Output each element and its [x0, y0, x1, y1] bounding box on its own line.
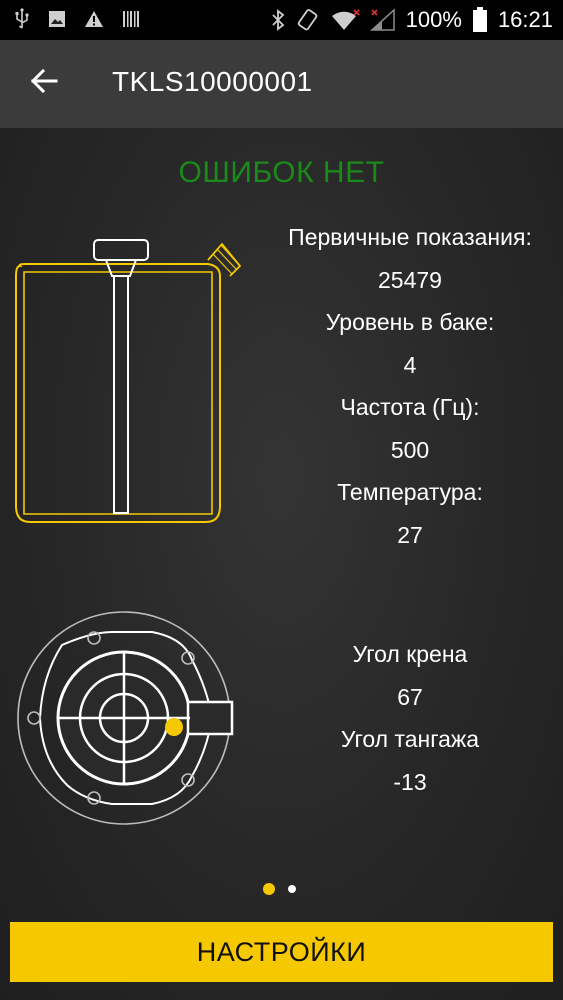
frequency-label: Частота (Гц): [340, 394, 480, 420]
tilt-readings: Угол крена 67 Угол тангажа -13 [255, 633, 563, 803]
roll-angle-value: 67 [397, 683, 423, 710]
tilt-sensor-icon [17, 611, 234, 825]
barcode-icon [123, 11, 139, 27]
page-title: TKLS10000001 [112, 66, 313, 97]
temperature-label: Температура: [337, 479, 483, 505]
page-dot-1-active[interactable] [263, 883, 275, 895]
signal-icon [369, 8, 395, 31]
tank-level-label: Уровень в баке: [325, 309, 495, 335]
warning-icon [85, 11, 103, 27]
temperature-value: 27 [397, 521, 423, 548]
error-status: ОШИБОК НЕТ [178, 156, 385, 189]
status-bar: 100% 16:21 [0, 0, 563, 40]
arrow-back-icon [30, 68, 58, 94]
page-indicator [263, 883, 296, 895]
fuel-tank-icon [15, 239, 242, 523]
battery-icon [472, 7, 487, 32]
pitch-angle-value: -13 [393, 768, 427, 795]
content-area: ОШИБОК НЕТ Первичные показания: 25479 Ур… [0, 128, 563, 1000]
pitch-angle-label: Угол тангажа [340, 726, 480, 752]
primary-readings-label: Первичные показания: [288, 224, 532, 250]
bluetooth-icon [272, 9, 285, 31]
tank-readings: Первичные показания: 25479 Уровень в бак… [255, 216, 563, 556]
primary-readings-value: 25479 [378, 266, 442, 293]
roll-angle-label: Угол крена [352, 641, 468, 667]
frequency-value: 500 [390, 436, 430, 463]
battery-percent: 100% [405, 7, 462, 32]
back-button[interactable] [26, 64, 66, 104]
image-icon [49, 11, 65, 27]
tank-level-value: 4 [403, 351, 417, 378]
wifi-icon [331, 9, 360, 30]
settings-button[interactable]: НАСТРОЙКИ [10, 922, 553, 982]
clock: 16:21 [497, 7, 553, 32]
page-dot-2[interactable] [288, 885, 296, 893]
usb-icon [15, 8, 29, 29]
rotation-icon [297, 9, 318, 31]
app-bar: TKLS10000001 [0, 40, 563, 128]
